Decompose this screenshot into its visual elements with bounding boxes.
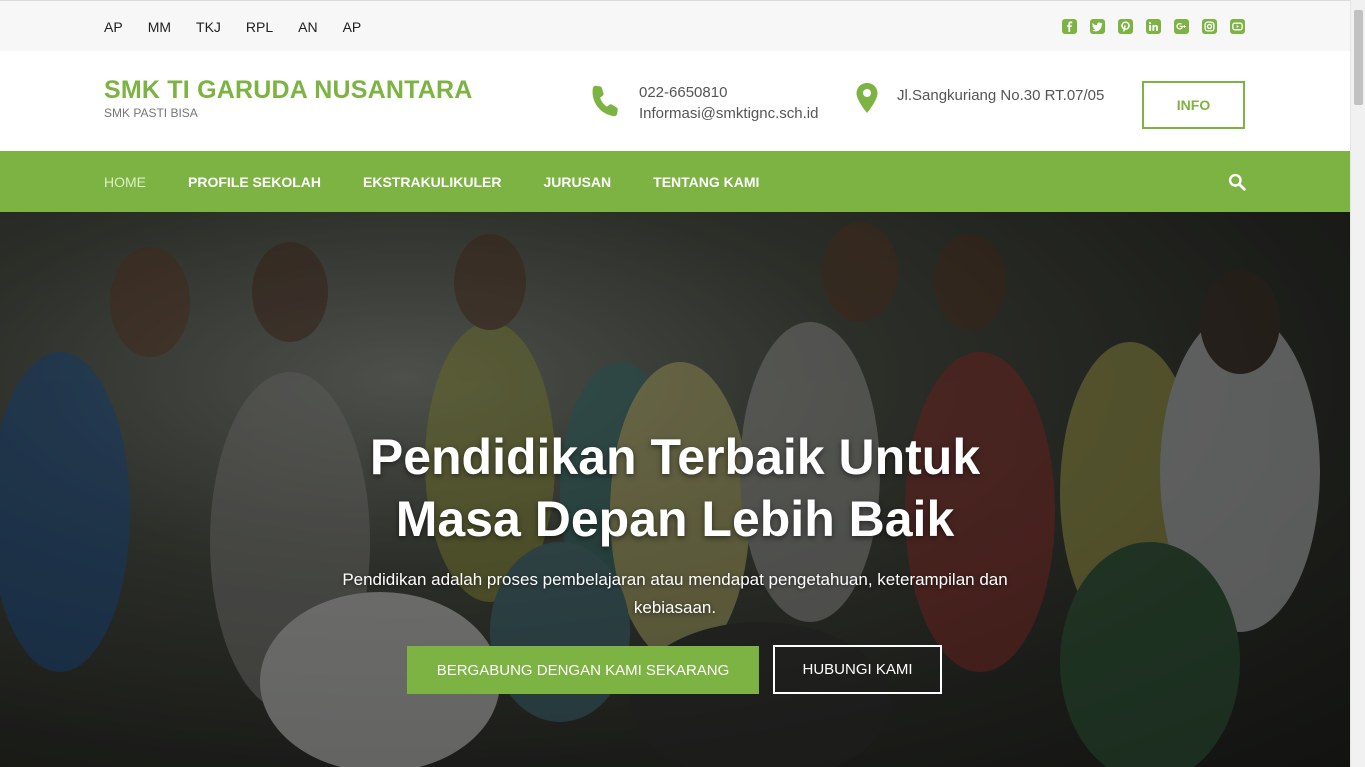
topbar-link-an[interactable]: AN: [298, 19, 317, 35]
topbar-link-rpl[interactable]: RPL: [246, 19, 273, 35]
main-navigation: HOME PROFILE SEKOLAH EKSTRAKULIKULER JUR…: [0, 151, 1350, 212]
linkedin-icon[interactable]: [1146, 19, 1161, 34]
contact-info: 022-6650810 Informasi@smktignc.sch.id: [588, 82, 818, 124]
nav-item-tentang-kami[interactable]: TENTANG KAMI: [653, 174, 759, 190]
contact-us-button[interactable]: HUBUNGI KAMI: [773, 645, 942, 694]
department-links: AP MM TKJ RPL AN AP: [104, 1, 386, 52]
google-plus-icon[interactable]: [1174, 19, 1189, 34]
info-button[interactable]: INFO: [1142, 81, 1245, 129]
topbar-link-mm[interactable]: MM: [148, 19, 171, 35]
nav-item-profile-sekolah[interactable]: PROFILE SEKOLAH: [188, 174, 321, 190]
email-address[interactable]: Informasi@smktignc.sch.id: [639, 103, 818, 124]
site-tagline: SMK PASTI BISA: [104, 106, 198, 120]
topbar-link-ap[interactable]: AP: [104, 19, 123, 35]
top-bar: AP MM TKJ RPL AN AP: [0, 0, 1350, 51]
hero-banner: Pendidikan Terbaik Untuk Masa Depan Lebi…: [0, 212, 1350, 767]
topbar-link-tkj[interactable]: TKJ: [196, 19, 221, 35]
topbar-link-ap-2[interactable]: AP: [343, 19, 362, 35]
nav-item-home[interactable]: HOME: [104, 174, 146, 190]
search-icon[interactable]: [1228, 173, 1246, 191]
facebook-icon[interactable]: [1062, 19, 1077, 34]
page-scrollbar[interactable]: [1350, 0, 1365, 767]
site-header: SMK TI GARUDA NUSANTARA SMK PASTI BISA 0…: [0, 51, 1350, 151]
hero-heading: Pendidikan Terbaik Untuk Masa Depan Lebi…: [300, 426, 1050, 550]
nav-item-ekstrakulikuler[interactable]: EKSTRAKULIKULER: [363, 174, 501, 190]
social-links: [1049, 1, 1245, 52]
nav-item-jurusan[interactable]: JURUSAN: [543, 174, 611, 190]
scrollbar-thumb[interactable]: [1354, 10, 1363, 105]
hero-heading-line-2: Masa Depan Lebih Baik: [395, 491, 955, 547]
site-title[interactable]: SMK TI GARUDA NUSANTARA: [104, 76, 472, 105]
address-text: Jl.Sangkuriang No.30 RT.07/05: [897, 87, 1105, 104]
youtube-icon[interactable]: [1230, 19, 1245, 34]
instagram-icon[interactable]: [1202, 19, 1217, 34]
hero-description: Pendidikan adalah proses pembelajaran at…: [342, 570, 1008, 617]
pinterest-icon[interactable]: [1118, 19, 1133, 34]
hero-heading-line-1: Pendidikan Terbaik Untuk: [369, 429, 981, 485]
phone-number[interactable]: 022-6650810: [639, 82, 818, 103]
phone-icon: [592, 85, 618, 117]
join-now-button[interactable]: BERGABUNG DENGAN KAMI SEKARANG: [407, 646, 759, 694]
site-brand[interactable]: SMK TI GARUDA NUSANTARA SMK PASTI BISA: [104, 76, 472, 120]
address-info: Jl.Sangkuriang No.30 RT.07/05: [854, 82, 1104, 114]
map-marker-icon: [856, 83, 878, 113]
twitter-icon[interactable]: [1090, 19, 1105, 34]
